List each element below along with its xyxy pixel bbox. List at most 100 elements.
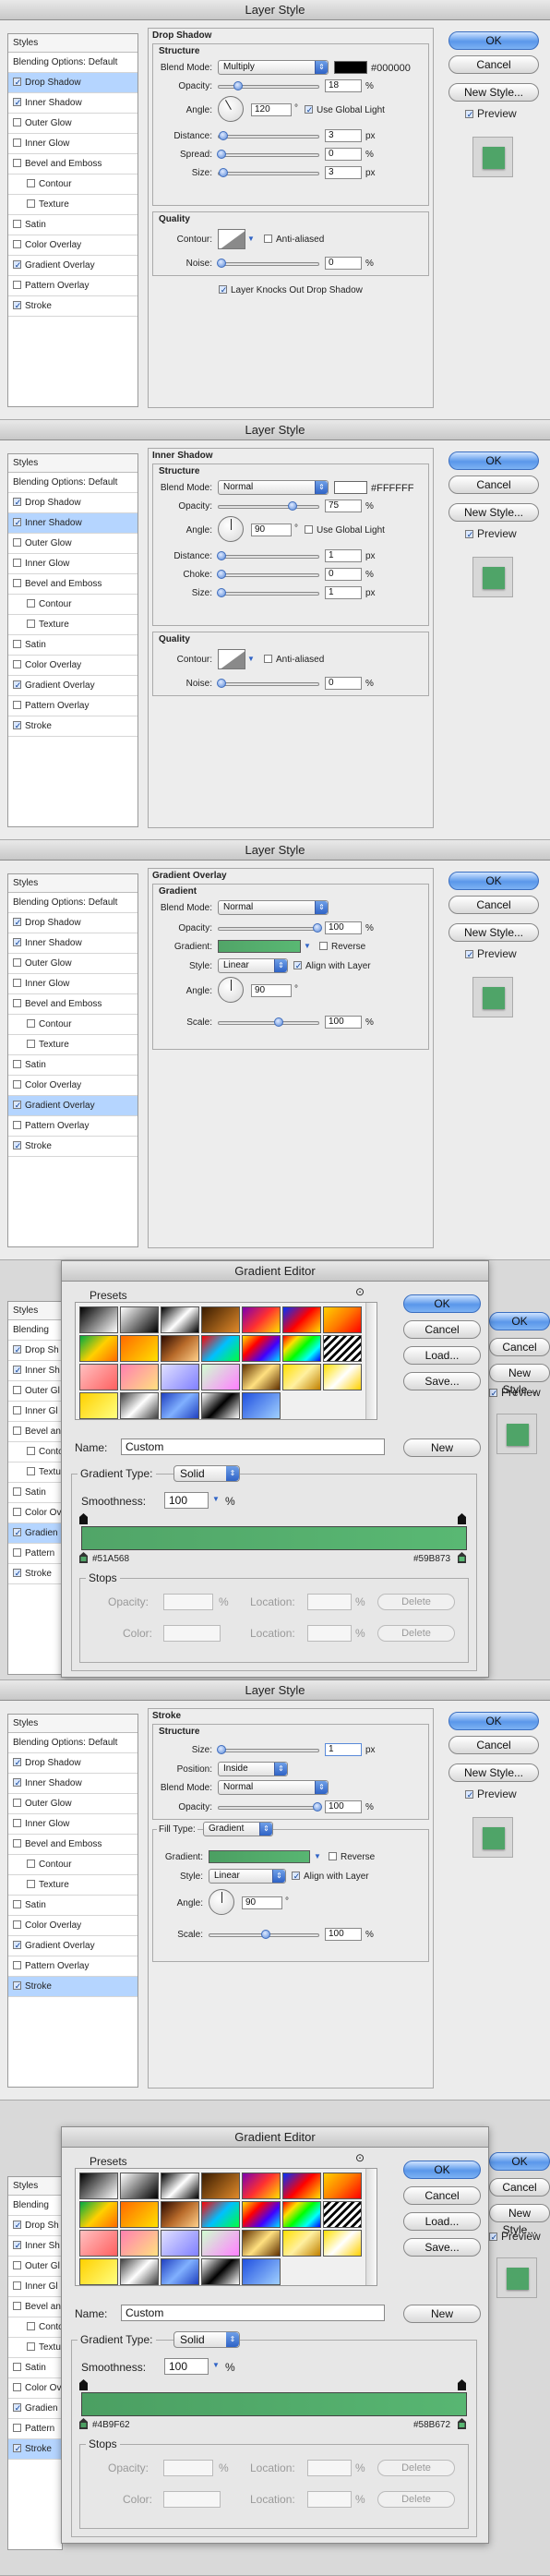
gradient-preset-swatch[interactable] <box>282 2201 321 2228</box>
checkbox[interactable] <box>292 1872 301 1880</box>
gradient-preset-swatch[interactable] <box>120 1335 159 1362</box>
align-with-layer-checkbox[interactable]: Align with Layer <box>293 961 371 971</box>
checkbox[interactable] <box>13 2261 21 2269</box>
style-item-stroke[interactable]: Stroke <box>8 1977 138 1997</box>
noise-input[interactable]: 0 <box>325 257 362 270</box>
size-slider[interactable] <box>217 588 319 597</box>
style-item-blending-options-default[interactable]: Blending <box>8 1320 62 1341</box>
checkbox[interactable] <box>27 620 35 628</box>
style-item-satin[interactable]: Satin <box>8 215 138 235</box>
style-select[interactable]: Linear ⇕ <box>218 958 288 973</box>
checkbox[interactable] <box>13 1839 21 1848</box>
gradient-preset-swatch[interactable] <box>120 2173 159 2199</box>
gradient-preset-swatch[interactable] <box>161 1335 199 1362</box>
shadow-color-swatch[interactable] <box>334 481 367 494</box>
checkbox[interactable] <box>13 301 22 309</box>
style-item-inner-glow[interactable]: Inner Glow <box>8 1814 138 1835</box>
stop-color-swatch[interactable] <box>163 1625 221 1642</box>
checkbox[interactable] <box>13 260 22 269</box>
size-input[interactable]: 1 <box>325 586 362 599</box>
distance-slider[interactable] <box>218 131 319 140</box>
checkbox[interactable] <box>27 1467 35 1475</box>
new-gradient-button[interactable]: New <box>403 2305 481 2323</box>
style-item-bevel-and-emboss[interactable]: Bevel and Emboss <box>8 994 138 1015</box>
name-input[interactable]: Custom <box>121 1438 385 1455</box>
checkbox[interactable] <box>13 78 22 86</box>
gradient-preset-swatch[interactable] <box>201 1335 240 1362</box>
checkbox[interactable] <box>329 1852 337 1860</box>
cancel-button[interactable]: Cancel <box>448 1736 539 1754</box>
style-item-inner-shadow[interactable]: Inner Shadow <box>8 93 138 114</box>
slider-knob[interactable] <box>219 168 228 177</box>
choke-slider[interactable] <box>217 570 319 579</box>
slider-knob[interactable] <box>217 588 226 597</box>
presets-menu-icon[interactable]: ⊙ <box>355 1285 365 1298</box>
style-item-contour[interactable]: Contour <box>8 1855 138 1875</box>
style-item-inner-glow[interactable]: Inner Glow <box>8 554 138 574</box>
checkbox[interactable] <box>13 918 22 926</box>
stop-location-input[interactable] <box>307 2491 352 2508</box>
stop-location-input[interactable] <box>307 1594 352 1610</box>
cancel-button[interactable]: Cancel <box>448 475 539 494</box>
style-item-gradient-overlay[interactable]: Gradient Overlay <box>8 676 138 696</box>
slider-knob[interactable] <box>233 81 244 90</box>
gradient-preset-swatch[interactable] <box>242 2173 281 2199</box>
gradient-preset-swatch[interactable] <box>282 2173 321 2199</box>
style-item-drop-shadow[interactable]: Drop Sh <box>8 2216 62 2236</box>
color-stop-right-icon[interactable] <box>458 2418 466 2429</box>
chevron-down-icon[interactable]: ▼ <box>247 235 255 243</box>
style-item-drop-shadow[interactable]: Drop Shadow <box>8 73 138 93</box>
opacity-slider[interactable] <box>218 1802 322 1812</box>
contour-picker[interactable] <box>218 649 245 669</box>
checkbox[interactable] <box>13 938 22 946</box>
shadow-color-swatch[interactable] <box>334 61 367 74</box>
style-item-drop-shadow[interactable]: Drop Shadow <box>8 493 138 513</box>
checkbox[interactable] <box>13 159 21 167</box>
use-global-light-checkbox[interactable]: Use Global Light <box>305 525 385 536</box>
style-item-contour[interactable]: Conto <box>8 1442 62 1463</box>
cancel-button-behind[interactable]: Cancel <box>489 1338 550 1356</box>
checkbox[interactable] <box>13 1900 21 1908</box>
color-stop-left-icon[interactable] <box>79 1552 88 1563</box>
checkbox[interactable] <box>13 98 22 106</box>
checkbox[interactable] <box>13 1941 22 1949</box>
slider-knob[interactable] <box>217 679 226 688</box>
align-with-layer-checkbox[interactable]: Align with Layer <box>292 1872 369 1882</box>
style-item-stroke[interactable]: Stroke <box>8 296 138 317</box>
slider-knob[interactable] <box>313 1802 322 1812</box>
style-item-pattern-overlay[interactable]: Pattern Overlay <box>8 1956 138 1977</box>
gradient-preset-swatch[interactable] <box>201 2258 240 2285</box>
use-global-light-checkbox[interactable]: Use Global Light <box>305 105 385 115</box>
gradient-preset-swatch[interactable] <box>282 2230 321 2257</box>
blend-mode-select[interactable]: Normal ⇕ <box>218 1780 329 1795</box>
stop-opacity-input[interactable] <box>163 1594 213 1610</box>
gradient-preset-swatch[interactable] <box>323 1364 362 1390</box>
checkbox[interactable] <box>13 1778 22 1787</box>
style-item-stroke[interactable]: Stroke <box>8 716 138 737</box>
style-item-drop-shadow[interactable]: Drop Shadow <box>8 1753 138 1774</box>
gradient-preset-swatch[interactable] <box>242 2258 281 2285</box>
save-button[interactable]: Save... <box>403 2238 481 2257</box>
gradient-preset-swatch[interactable] <box>242 2201 281 2228</box>
style-item-blending-options-default[interactable]: Blending Options: Default <box>8 473 138 493</box>
style-item-outer-glow[interactable]: Outer Glow <box>8 114 138 134</box>
gradient-preset-swatch[interactable] <box>282 1306 321 1333</box>
angle-dial[interactable] <box>209 1889 234 1915</box>
angle-input[interactable]: 90 <box>251 984 292 997</box>
checkbox[interactable] <box>465 110 474 118</box>
blend-mode-select[interactable]: Multiply ⇕ <box>218 60 329 75</box>
checkbox[interactable] <box>27 2322 35 2330</box>
checkbox[interactable] <box>465 950 474 958</box>
preview-checkbox[interactable]: Preview <box>489 1386 541 1399</box>
ok-button-behind[interactable]: OK <box>489 2152 550 2171</box>
anti-aliased-checkbox[interactable]: Anti-aliased <box>264 655 324 665</box>
scale-slider[interactable] <box>218 1017 319 1027</box>
new-gradient-button[interactable]: New <box>403 1438 481 1457</box>
checkbox[interactable] <box>13 2383 21 2391</box>
opacity-input[interactable]: 75 <box>325 500 362 512</box>
reverse-checkbox[interactable]: Reverse <box>319 942 365 952</box>
stop-location-input[interactable] <box>307 1625 352 1642</box>
gradient-preset-swatch[interactable] <box>242 1392 281 1419</box>
checkbox[interactable] <box>13 1528 22 1536</box>
style-item-satin[interactable]: Satin <box>8 2358 62 2378</box>
